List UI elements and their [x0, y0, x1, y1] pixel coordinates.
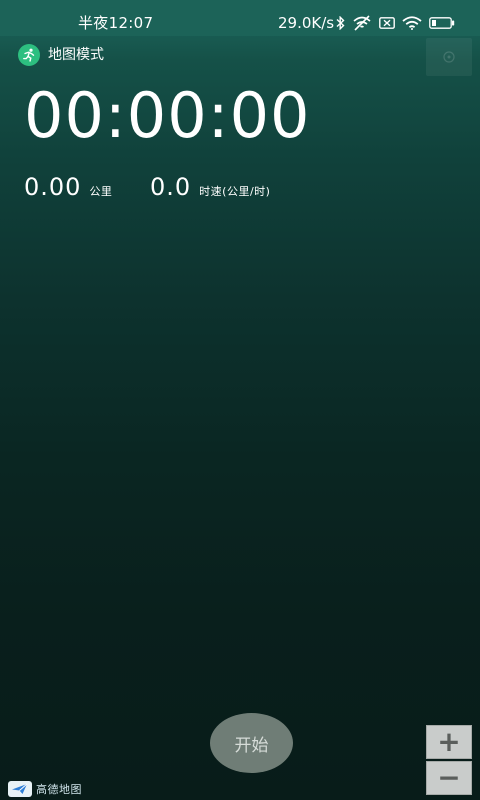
zoom-out-button[interactable]: − — [426, 761, 472, 795]
status-icons — [336, 13, 455, 33]
status-time: 半夜12:07 — [78, 14, 154, 32]
running-person-icon — [18, 44, 40, 66]
sim-x-icon — [379, 17, 395, 29]
start-button[interactable]: 开始 — [210, 713, 293, 773]
run-tracker-screen: 半夜12:07 29.0K/s 地图模式 00:00:00 0.00 公里 0.… — [0, 0, 480, 800]
distance-unit: 公里 — [89, 185, 113, 198]
zoom-in-button[interactable]: + — [426, 725, 472, 759]
map-mode-label: 地图模式 — [48, 47, 104, 63]
map-provider-logo: 高德地图 — [8, 780, 82, 798]
wifi-icon — [402, 16, 422, 30]
plus-icon: + — [437, 725, 461, 758]
distance-value: 0.00 — [24, 173, 82, 201]
bluetooth-icon — [336, 16, 345, 30]
locate-button[interactable] — [426, 38, 472, 76]
elapsed-timer: 00:00:00 — [24, 79, 311, 152]
locate-icon — [443, 51, 455, 63]
paper-plane-icon — [8, 781, 32, 797]
battery-icon — [429, 17, 455, 29]
speed-value: 0.0 — [150, 173, 192, 201]
speed-unit: 时速(公里/时) — [199, 185, 271, 198]
distance-metric: 0.00 公里 — [24, 172, 112, 202]
map-logo-text: 高德地图 — [36, 783, 82, 796]
speed-metric: 0.0 时速(公里/时) — [150, 172, 270, 202]
start-label: 开始 — [234, 735, 269, 756]
status-bar: 半夜12:07 29.0K/s — [0, 0, 480, 36]
network-speed: 29.0K/s — [278, 14, 335, 32]
minus-icon: − — [437, 761, 461, 794]
map-mode-toggle[interactable]: 地图模式 — [18, 44, 104, 66]
no-sim-icon — [352, 15, 372, 31]
